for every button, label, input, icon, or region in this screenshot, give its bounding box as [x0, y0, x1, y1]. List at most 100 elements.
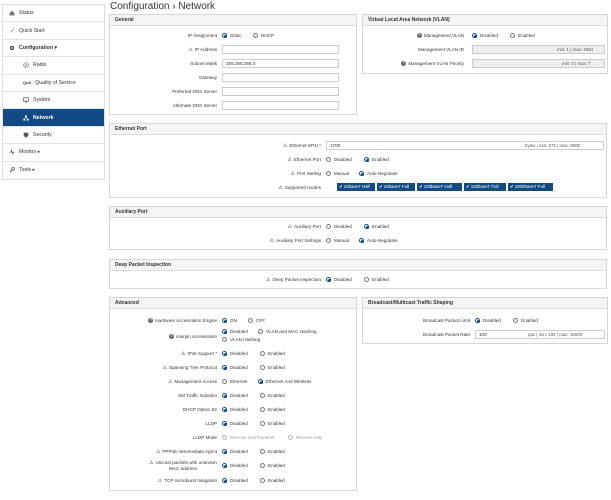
- sidebar-item-radio[interactable]: Radio: [3, 57, 104, 75]
- radio-button[interactable]: [510, 32, 515, 38]
- pppoe-disabled[interactable]: Disabled: [222, 448, 248, 454]
- aux-port-enabled[interactable]: Enabled: [364, 223, 389, 229]
- radio-button[interactable]: [222, 317, 228, 323]
- aux-port-disabled[interactable]: Disabled: [326, 223, 352, 229]
- mgmt-access-ethernet-wireless[interactable]: Ethernet And Wireless: [258, 378, 311, 384]
- radio-button[interactable]: [222, 448, 228, 454]
- tcp-microburst-enabled[interactable]: Enabled: [260, 477, 285, 483]
- radio-button[interactable]: [253, 32, 258, 38]
- sidebar-item-security[interactable]: Security: [3, 126, 104, 145]
- radio-button[interactable]: [260, 477, 265, 483]
- radio-button[interactable]: [222, 420, 228, 426]
- alternate-dns-input[interactable]: [222, 101, 339, 110]
- sidebar-item-network[interactable]: Network: [3, 109, 104, 127]
- ip-address-input[interactable]: [222, 45, 339, 54]
- mode-chip-1000-full[interactable]: ✔1000baseT Full: [508, 183, 553, 191]
- ipv6-enabled[interactable]: Enabled: [260, 350, 285, 356]
- lldp-mode-rx-tx[interactable]: Receive and Transmit: [222, 434, 274, 440]
- radio-button[interactable]: [258, 329, 263, 334]
- radio-button[interactable]: [326, 170, 331, 176]
- sidebar-item-system[interactable]: System: [3, 91, 104, 110]
- gateway-input[interactable]: [222, 73, 339, 82]
- radio-button[interactable]: [359, 237, 365, 243]
- ipv6-disabled[interactable]: Disabled: [222, 350, 248, 356]
- radio-button[interactable]: [359, 170, 365, 176]
- radio-button[interactable]: [260, 406, 265, 412]
- hw-accel-on[interactable]: ON: [222, 317, 237, 323]
- lldp-mode-rx-only[interactable]: Receive only: [288, 434, 322, 440]
- radio-button[interactable]: [364, 276, 369, 282]
- radio-button[interactable]: [260, 350, 265, 356]
- mode-chip-100-full[interactable]: ✔100baseT Full: [464, 183, 506, 191]
- radio-button[interactable]: [222, 378, 227, 384]
- radio-button[interactable]: [222, 337, 227, 342]
- mode-chip-10-full[interactable]: ✔10baseT Full: [377, 183, 415, 191]
- radio-button[interactable]: [222, 329, 228, 335]
- lldp-enabled[interactable]: Enabled: [260, 420, 285, 426]
- radio-button[interactable]: [472, 32, 478, 38]
- stp-disabled[interactable]: Disabled: [222, 364, 248, 370]
- radio-button[interactable]: [248, 317, 253, 323]
- radio-button[interactable]: [222, 462, 228, 468]
- stp-enabled[interactable]: Enabled: [260, 364, 285, 370]
- sidebar-item-tools[interactable]: Tools ▸: [3, 161, 104, 179]
- radio-button[interactable]: [222, 477, 228, 483]
- radio-button[interactable]: [326, 223, 331, 229]
- radio-button[interactable]: [260, 462, 265, 468]
- hairpin-disabled[interactable]: Disabled: [222, 329, 248, 335]
- radio-button[interactable]: [288, 434, 293, 440]
- dpi-enabled[interactable]: Enabled: [364, 276, 389, 282]
- radio-button[interactable]: [326, 276, 332, 282]
- radio-button[interactable]: [513, 317, 518, 323]
- mgmt-vlan-disabled[interactable]: Disabled: [472, 32, 498, 38]
- sidebar-item-qos[interactable]: QoS Quality of Service: [3, 74, 104, 92]
- radio-button[interactable]: [258, 378, 264, 384]
- radio-button[interactable]: [222, 434, 227, 440]
- hw-accel-off[interactable]: OFF: [248, 317, 265, 323]
- unicast-enabled[interactable]: Enabled: [260, 462, 285, 468]
- bcast-limit-disabled[interactable]: Disabled: [475, 317, 501, 323]
- preferred-dns-input[interactable]: [222, 87, 339, 96]
- lldp-disabled[interactable]: Disabled: [222, 420, 248, 426]
- radio-button[interactable]: [260, 448, 265, 454]
- tcp-microburst-disabled[interactable]: Disabled: [222, 477, 248, 483]
- port-setting-manual[interactable]: Manual: [326, 170, 349, 176]
- ethernet-port-disabled[interactable]: Disabled: [326, 156, 352, 162]
- aux-settings-auto[interactable]: Auto-Negotiate: [359, 237, 398, 243]
- hairpin-vlan[interactable]: VLAN Hashing: [222, 337, 260, 342]
- aux-settings-manual[interactable]: Manual: [326, 237, 349, 243]
- radio-button[interactable]: [326, 156, 331, 162]
- dhcp82-disabled[interactable]: Disabled: [222, 406, 248, 412]
- sidebar-item-quick-start[interactable]: Quick Start: [3, 22, 104, 40]
- radio-button[interactable]: [222, 364, 228, 370]
- sm-isolation-enabled[interactable]: Enabled: [260, 392, 285, 398]
- radio-button[interactable]: [260, 364, 265, 370]
- radio-button[interactable]: [260, 420, 265, 426]
- sidebar-item-status[interactable]: Status: [3, 5, 104, 23]
- pppoe-enabled[interactable]: Enabled: [260, 448, 285, 454]
- unicast-disabled[interactable]: Disabled: [222, 462, 248, 468]
- mode-chip-10-half[interactable]: ✔10baseT Half: [337, 183, 375, 191]
- bcast-limit-enabled[interactable]: Enabled: [513, 317, 538, 323]
- sidebar-item-monitor[interactable]: Monitor ▸: [3, 144, 104, 162]
- radio-button[interactable]: [222, 392, 228, 398]
- ip-assignment-dhcp[interactable]: DHCP: [253, 32, 274, 38]
- radio-button[interactable]: [222, 32, 228, 38]
- ip-assignment-static[interactable]: Static: [222, 32, 242, 38]
- sm-isolation-disabled[interactable]: Disabled: [222, 392, 248, 398]
- port-setting-auto[interactable]: Auto-Negotiate: [359, 170, 398, 176]
- subnet-mask-input[interactable]: 255.255.255.0: [222, 59, 339, 68]
- ethernet-port-enabled[interactable]: Enabled: [364, 156, 389, 162]
- radio-button[interactable]: [364, 223, 370, 229]
- radio-button[interactable]: [222, 350, 228, 356]
- radio-button[interactable]: [222, 406, 228, 412]
- dhcp82-enabled[interactable]: Enabled: [260, 406, 285, 412]
- mgmt-access-ethernet[interactable]: Ethernet: [222, 378, 247, 384]
- hairpin-vlan-mac[interactable]: VLAN and MAC Hashing: [258, 329, 317, 334]
- dpi-disabled[interactable]: Disabled: [326, 276, 352, 282]
- radio-button[interactable]: [364, 156, 370, 162]
- mgmt-vlan-enabled[interactable]: Enabled: [510, 32, 535, 38]
- radio-button[interactable]: [260, 392, 265, 398]
- radio-button[interactable]: [475, 317, 481, 323]
- radio-button[interactable]: [326, 237, 331, 243]
